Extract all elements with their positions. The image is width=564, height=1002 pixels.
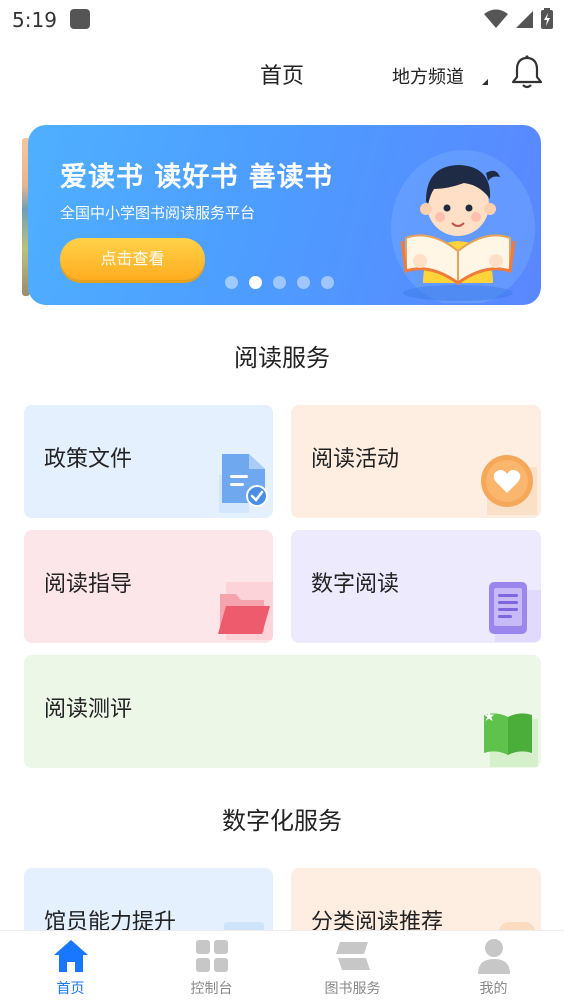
reading-boy-illustration — [391, 150, 535, 303]
tile-label: 阅读测评 — [44, 697, 133, 722]
carousel-dot-active[interactable] — [249, 276, 262, 289]
bell-icon[interactable] — [510, 54, 544, 90]
user-icon — [477, 939, 510, 974]
signal-icon — [516, 11, 533, 28]
carousel-dot[interactable] — [225, 276, 238, 289]
banner-subtitle: 全国中小学图书阅读服务平台 — [60, 204, 256, 222]
nav-book-services[interactable]: 图书服务 — [282, 931, 423, 1002]
tile-label: 数字阅读 — [311, 572, 400, 597]
banner-view-button[interactable]: 点击查看 — [60, 238, 205, 280]
app-header: 首页 地方频道 — [0, 44, 564, 104]
wifi-icon — [484, 9, 508, 28]
app-notification-icon — [70, 9, 90, 29]
nav-home[interactable]: 首页 — [0, 931, 141, 1002]
banner-carousel[interactable]: 爱读书 读好书 善读书 全国中小学图书阅读服务平台 点击查看 — [28, 125, 541, 305]
folder-icon — [218, 582, 273, 640]
document-check-icon — [219, 454, 268, 513]
status-time: 5:19 — [12, 8, 57, 32]
bottom-navigation: 首页 控制台 图书服务 我的 — [0, 930, 564, 1002]
nav-label: 图书服务 — [324, 981, 381, 997]
battery-icon — [541, 8, 553, 29]
status-bar: 5:19 — [0, 0, 564, 38]
books-icon — [335, 942, 370, 970]
carousel-dot[interactable] — [321, 276, 334, 289]
reading-assessment-tile[interactable]: 阅读测评 — [24, 655, 541, 768]
reading-services-heading: 阅读服务 — [234, 344, 330, 372]
tile-label: 政策文件 — [44, 447, 133, 472]
reading-guidance-tile[interactable]: 阅读指导 — [24, 530, 273, 643]
nav-label: 首页 — [56, 981, 85, 997]
nav-console[interactable]: 控制台 — [141, 931, 282, 1002]
caret-down-icon — [482, 79, 488, 85]
nav-label: 控制台 — [190, 981, 233, 997]
local-channel-selector[interactable]: 地方频道 — [392, 63, 464, 89]
carousel-dot[interactable] — [297, 276, 310, 289]
banner-title: 爱读书 读好书 善读书 — [60, 162, 333, 193]
page-title: 首页 — [259, 64, 304, 89]
tile-label: 阅读活动 — [311, 447, 400, 472]
home-icon — [53, 940, 88, 972]
heart-badge-icon — [481, 455, 537, 515]
nav-profile[interactable]: 我的 — [423, 931, 564, 1002]
open-book-icon — [484, 710, 538, 767]
grid-icon — [195, 940, 228, 972]
status-icons — [484, 8, 554, 30]
tablet-icon — [489, 582, 541, 642]
carousel-dot[interactable] — [273, 276, 286, 289]
nav-label: 我的 — [479, 981, 508, 997]
policy-documents-tile[interactable]: 政策文件 — [24, 405, 273, 518]
digital-reading-tile[interactable]: 数字阅读 — [291, 530, 541, 643]
digital-services-heading: 数字化服务 — [222, 807, 342, 835]
reading-activities-tile[interactable]: 阅读活动 — [291, 405, 541, 518]
carousel-indicator — [225, 276, 334, 289]
tile-label: 阅读指导 — [44, 572, 133, 597]
